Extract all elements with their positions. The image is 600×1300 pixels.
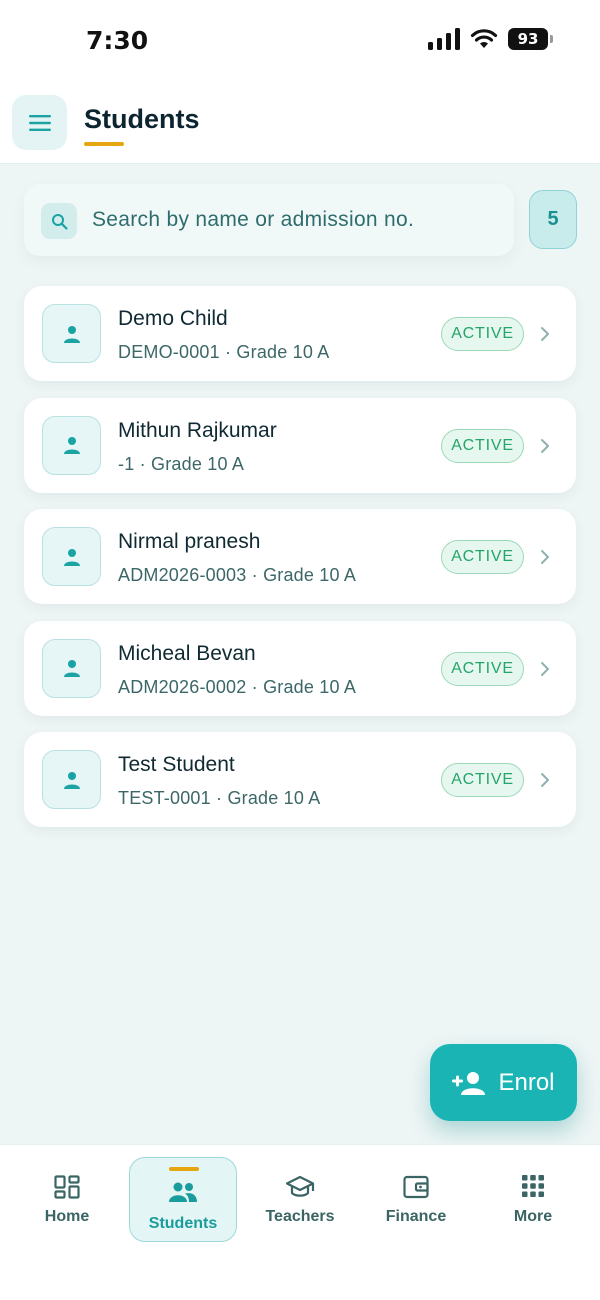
student-card[interactable]: Demo Child DEMO-0001 · Grade 10 A ACTIVE [24, 286, 576, 381]
app-header: Students [0, 80, 600, 164]
dashboard-icon [54, 1175, 80, 1199]
search-bar[interactable] [24, 184, 514, 256]
avatar [42, 415, 101, 475]
nav-label-students: Students [148, 1215, 218, 1232]
student-name: Demo Child [118, 307, 228, 330]
search-icon [51, 213, 68, 230]
battery-icon: 93 [508, 28, 553, 50]
status-time: 7:30 [86, 26, 149, 55]
person-icon [63, 437, 80, 454]
hamburger-icon [28, 114, 51, 131]
person-icon [63, 771, 80, 789]
active-indicator [169, 1167, 199, 1171]
menu-button[interactable] [12, 95, 67, 150]
nav-item-teachers[interactable]: Teachers [245, 1145, 355, 1245]
status-badge: ACTIVE [441, 317, 524, 351]
search-icon-box [41, 203, 77, 239]
status-badge: ACTIVE [441, 763, 524, 797]
page-title: Students [84, 104, 200, 134]
nav-label-finance: Finance [385, 1208, 447, 1225]
status-badge: ACTIVE [441, 540, 524, 574]
status-badge: ACTIVE [441, 651, 524, 686]
nav-item-more[interactable]: More [478, 1145, 588, 1245]
chevron-right-icon [541, 327, 549, 341]
bottom-nav: Home Students Teachers Finance More [0, 1144, 600, 1300]
student-name: Test Student [118, 753, 235, 776]
chevron-right-icon [541, 550, 549, 564]
nav-label-home: Home [44, 1208, 90, 1225]
nav-item-home[interactable]: Home [12, 1145, 122, 1245]
nav-label-teachers: Teachers [265, 1208, 335, 1225]
person-icon [63, 660, 80, 677]
student-meta: TEST-0001 · Grade 10 A [118, 788, 321, 808]
chevron-right-icon [541, 438, 549, 453]
nav-label-more: More [513, 1208, 553, 1225]
graduation-cap-icon [285, 1175, 315, 1197]
chevron-right-icon [541, 773, 549, 787]
chevron-right-icon [541, 661, 549, 676]
nav-item-finance[interactable]: Finance [361, 1145, 471, 1245]
student-meta: DEMO-0001 · Grade 10 A [118, 342, 330, 362]
status-bar: 7:30 93 [0, 0, 600, 80]
status-badge: ACTIVE [441, 428, 524, 463]
status-icons: 93 [428, 28, 553, 50]
person-add-icon [452, 1071, 486, 1095]
student-card[interactable]: Mithun Rajkumar -1 · Grade 10 A ACTIVE [24, 397, 576, 493]
avatar [42, 304, 101, 363]
student-meta: ADM2026-0003 · Grade 10 A [118, 565, 357, 585]
student-name: Micheal Bevan [118, 641, 256, 665]
result-count-badge: 5 [529, 190, 577, 249]
search-input[interactable] [92, 202, 502, 238]
person-icon [63, 548, 80, 566]
enrol-button[interactable]: Enrol [430, 1044, 577, 1121]
nav-item-students[interactable]: Students [129, 1157, 237, 1242]
student-name: Nirmal pranesh [118, 530, 261, 553]
grid-dots-icon [522, 1175, 544, 1197]
student-card[interactable]: Test Student TEST-0001 · Grade 10 A ACTI… [24, 732, 576, 827]
avatar [42, 638, 101, 698]
avatar [42, 527, 101, 586]
avatar [42, 750, 101, 809]
student-list: Demo Child DEMO-0001 · Grade 10 A ACTIVE… [24, 286, 576, 844]
title-underline [84, 142, 124, 146]
people-icon [169, 1182, 197, 1202]
wifi-icon [470, 29, 498, 48]
person-icon [63, 325, 80, 343]
signal-icon [428, 28, 460, 50]
student-card[interactable]: Nirmal pranesh ADM2026-0003 · Grade 10 A… [24, 509, 576, 604]
student-name: Mithun Rajkumar [118, 418, 277, 442]
enrol-label: Enrol [498, 1068, 555, 1096]
student-meta: ADM2026-0002 · Grade 10 A [118, 676, 357, 697]
wallet-icon [403, 1175, 429, 1199]
student-meta: -1 · Grade 10 A [118, 453, 245, 474]
student-card[interactable]: Micheal Bevan ADM2026-0002 · Grade 10 A … [24, 620, 576, 716]
